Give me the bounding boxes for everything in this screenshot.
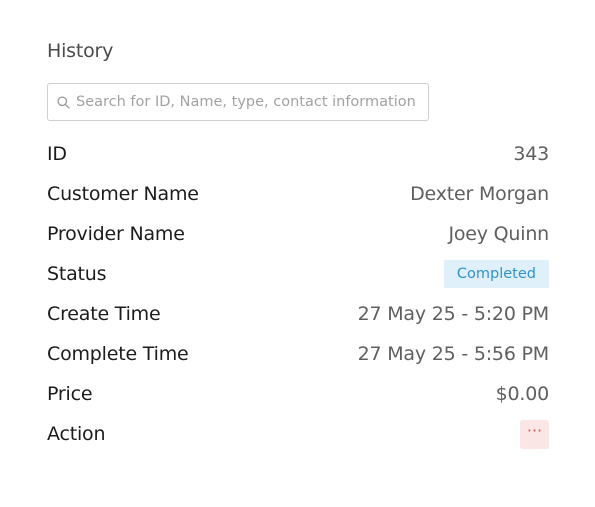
status-badge: Completed xyxy=(443,260,549,288)
detail-row-customer-name: Customer Name Dexter Morgan xyxy=(47,174,549,214)
history-panel: History ID 343 Customer Name Dexter Morg… xyxy=(47,36,549,449)
detail-row-action: Action ··· xyxy=(47,414,549,454)
status-label: Status xyxy=(47,263,107,285)
customer-name-label: Customer Name xyxy=(47,183,199,205)
search-icon xyxy=(57,95,70,109)
detail-row-complete-time: Complete Time 27 May 25 - 5:56 PM xyxy=(47,334,549,374)
detail-row-status: Status Completed xyxy=(47,254,549,294)
page-title: History xyxy=(47,40,114,62)
create-time-value: 27 May 25 - 5:20 PM xyxy=(357,303,550,325)
details-list: ID 343 Customer Name Dexter Morgan Provi… xyxy=(47,134,549,454)
detail-row-provider-name: Provider Name Joey Quinn xyxy=(47,214,549,254)
more-actions-button[interactable]: ··· xyxy=(520,419,549,449)
search-input[interactable] xyxy=(76,94,421,110)
more-horizontal-icon: ··· xyxy=(526,421,543,440)
action-label: Action xyxy=(47,423,106,445)
complete-time-value: 27 May 25 - 5:56 PM xyxy=(357,343,550,365)
price-value: $0.00 xyxy=(495,383,550,405)
search-box[interactable] xyxy=(47,83,429,121)
complete-time-label: Complete Time xyxy=(47,343,189,365)
id-value: 343 xyxy=(513,143,549,165)
create-time-label: Create Time xyxy=(47,303,161,325)
detail-row-create-time: Create Time 27 May 25 - 5:20 PM xyxy=(47,294,549,334)
id-label: ID xyxy=(47,143,67,165)
detail-row-id: ID 343 xyxy=(47,134,549,174)
provider-name-value: Joey Quinn xyxy=(448,223,549,245)
price-label: Price xyxy=(47,383,93,405)
customer-name-value: Dexter Morgan xyxy=(410,183,549,205)
provider-name-label: Provider Name xyxy=(47,223,185,245)
detail-row-price: Price $0.00 xyxy=(47,374,549,414)
